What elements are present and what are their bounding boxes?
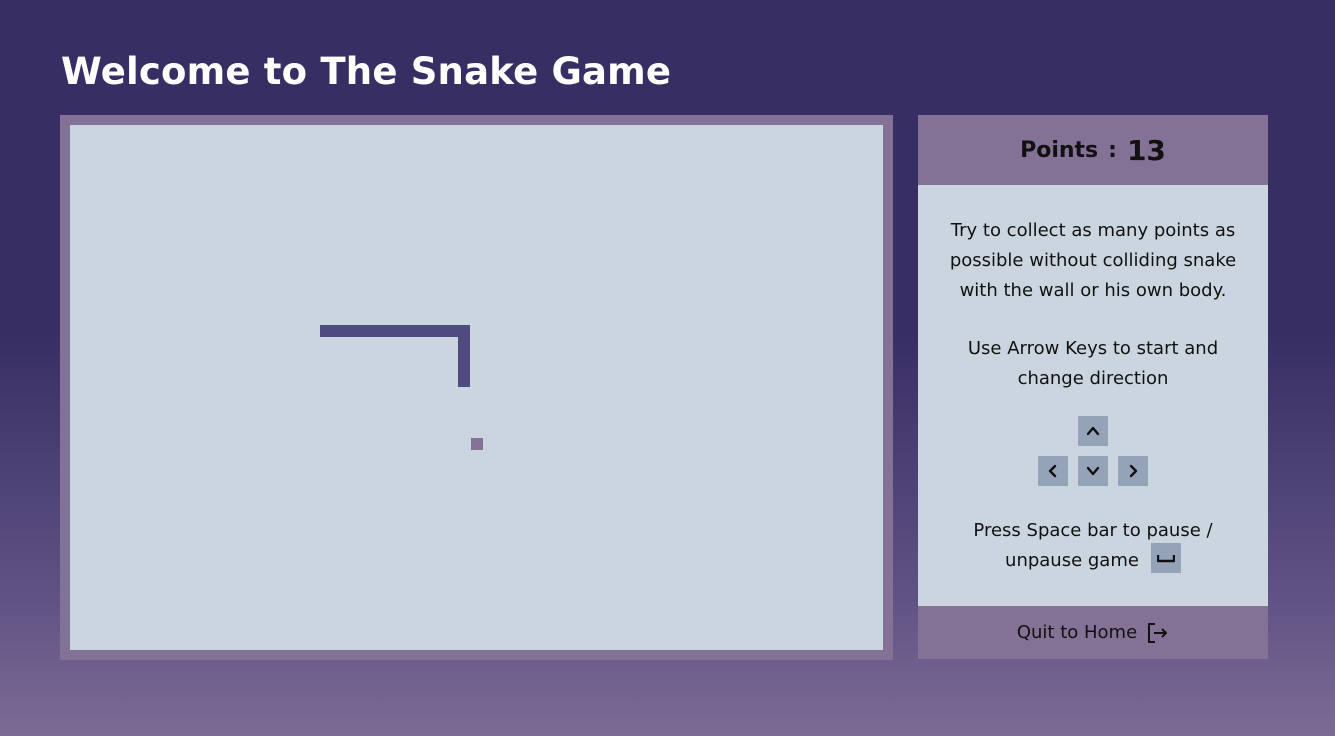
points-header: Points : 13 bbox=[918, 115, 1268, 185]
side-panel: Points : 13 Try to collect as many point… bbox=[918, 115, 1268, 659]
logout-icon bbox=[1145, 621, 1169, 645]
page-title: Welcome to The Snake Game bbox=[61, 50, 672, 93]
game-board-frame bbox=[60, 115, 893, 660]
arrow-down-key bbox=[1078, 456, 1108, 486]
game-board[interactable] bbox=[70, 125, 883, 650]
space-bar-key bbox=[1150, 543, 1181, 573]
points-value: 13 bbox=[1126, 133, 1166, 167]
instructions-controls-text: Use Arrow Keys to start and change direc… bbox=[967, 338, 1219, 389]
arrow-right-icon bbox=[1129, 464, 1138, 478]
quit-to-home-label: Quit to Home bbox=[1016, 622, 1138, 643]
arrow-up-icon bbox=[1086, 426, 1100, 436]
points-label: Points bbox=[1020, 137, 1099, 163]
arrow-down-icon bbox=[1086, 466, 1100, 476]
arrow-up-key bbox=[1078, 416, 1108, 446]
arrow-right-key bbox=[1118, 456, 1148, 486]
points-separator: : bbox=[1108, 137, 1117, 163]
arrow-left-icon bbox=[1048, 464, 1057, 478]
arrow-left-key bbox=[1038, 456, 1068, 486]
snake-body-horizontal bbox=[320, 325, 470, 337]
instructions-goal: Try to collect as many points as possibl… bbox=[938, 216, 1248, 306]
quit-to-home-button[interactable]: Quit to Home bbox=[918, 606, 1268, 659]
instructions-controls: Use Arrow Keys to start and change direc… bbox=[938, 334, 1248, 394]
space-bar-icon bbox=[1156, 555, 1175, 563]
instructions-goal-text: Try to collect as many points as possibl… bbox=[949, 220, 1237, 301]
snake-body-vertical bbox=[458, 325, 470, 387]
instructions-pause: Press Space bar to pause / unpause game bbox=[938, 516, 1248, 576]
food-pellet bbox=[471, 438, 483, 450]
